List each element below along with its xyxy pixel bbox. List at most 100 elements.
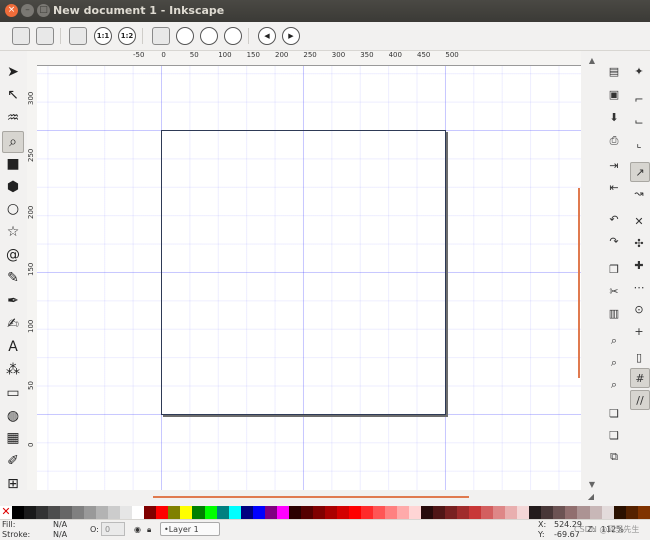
color-swatch[interactable]: [481, 506, 494, 519]
color-swatch[interactable]: [132, 506, 145, 519]
no-paint-swatch[interactable]: ✕: [0, 506, 12, 519]
color-swatch[interactable]: [348, 506, 361, 519]
snap-cusp-icon[interactable]: ✣: [630, 234, 648, 252]
color-swatch[interactable]: [276, 506, 289, 519]
zoom-tool-icon[interactable]: ⌕: [2, 130, 24, 153]
dropper-tool-icon[interactable]: ✐: [3, 451, 23, 471]
color-swatch[interactable]: [445, 506, 458, 519]
color-swatch[interactable]: [457, 506, 470, 519]
clone-icon[interactable]: ❑: [605, 426, 623, 444]
pencil-tool-icon[interactable]: ✎: [3, 268, 23, 288]
snap-midpoint-icon[interactable]: ⋯: [630, 278, 648, 296]
horizontal-scrollbar-thumb[interactable]: [153, 496, 469, 498]
color-swatch[interactable]: [529, 506, 542, 519]
color-swatch[interactable]: [625, 506, 638, 519]
scroll-up-icon[interactable]: ▲: [587, 56, 597, 66]
paste-icon[interactable]: ▥: [605, 304, 623, 322]
maximize-window-button[interactable]: □: [37, 4, 50, 17]
zoom-cmd-icon[interactable]: ⌕: [605, 332, 623, 350]
export-icon[interactable]: ⇤: [605, 178, 623, 196]
color-swatch[interactable]: [192, 506, 205, 519]
color-swatch[interactable]: [589, 506, 602, 519]
import-icon[interactable]: ⇥: [605, 156, 623, 174]
3dbox-tool-icon[interactable]: ⬢: [3, 177, 23, 197]
color-swatch[interactable]: [384, 506, 397, 519]
color-swatch[interactable]: [84, 506, 97, 519]
color-swatch[interactable]: [228, 506, 241, 519]
snap-bbox-icon[interactable]: ⌐: [630, 90, 648, 108]
color-swatch[interactable]: [336, 506, 349, 519]
snap-guide-icon[interactable]: //: [630, 390, 650, 410]
vertical-scrollbar-thumb[interactable]: [578, 188, 580, 378]
snap-grid-icon[interactable]: #: [630, 368, 650, 388]
zoom-next-icon[interactable]: ▶: [282, 27, 300, 45]
pen-tool-icon[interactable]: ✒: [3, 291, 23, 311]
color-swatch[interactable]: [24, 506, 37, 519]
stroke-value[interactable]: N/A: [53, 530, 67, 539]
snap-rotation-icon[interactable]: +: [630, 322, 648, 340]
zoom-selection-icon[interactable]: [69, 27, 87, 45]
color-swatch[interactable]: [252, 506, 265, 519]
ellipse-tool-icon[interactable]: ○: [3, 199, 23, 219]
vertical-scrollbar[interactable]: [582, 52, 594, 502]
color-swatch[interactable]: [541, 506, 554, 519]
gradient-tool-icon[interactable]: ▦: [3, 428, 23, 448]
zoom-fit-icon[interactable]: [224, 27, 242, 45]
zoom-1-1-icon[interactable]: 1:1: [94, 27, 112, 45]
snap-bbox-corner-icon[interactable]: ⌞: [630, 134, 648, 152]
color-swatch[interactable]: [312, 506, 325, 519]
zoom-page-cmd-icon[interactable]: ⌕: [605, 376, 623, 394]
open-icon[interactable]: ▣: [605, 85, 623, 103]
color-swatch[interactable]: [240, 506, 253, 519]
color-swatch[interactable]: [108, 506, 121, 519]
snap-intersection-icon[interactable]: ✕: [630, 212, 648, 230]
unlink-clone-icon[interactable]: ⧉: [605, 448, 623, 466]
layer-selector[interactable]: •Layer 1: [160, 522, 220, 536]
rect-tool-icon[interactable]: ■: [3, 154, 23, 174]
color-swatch[interactable]: [372, 506, 385, 519]
color-swatch[interactable]: [577, 506, 590, 519]
snap-page-icon[interactable]: ▯: [630, 348, 648, 366]
spiral-tool-icon[interactable]: @: [3, 245, 23, 265]
spray-tool-icon[interactable]: ⁂: [3, 360, 23, 380]
color-swatch[interactable]: [409, 506, 422, 519]
color-swatch[interactable]: [264, 506, 277, 519]
opacity-spinbox[interactable]: 0: [101, 522, 125, 536]
snap-enable-icon[interactable]: ✦: [630, 62, 648, 80]
color-swatch[interactable]: [505, 506, 518, 519]
print-icon[interactable]: ⎙: [605, 132, 623, 150]
color-swatch[interactable]: [469, 506, 482, 519]
fill-value[interactable]: N/A: [53, 520, 67, 529]
color-swatch[interactable]: [60, 506, 73, 519]
snap-nodes-icon[interactable]: ↗: [630, 162, 650, 182]
color-swatch[interactable]: [96, 506, 109, 519]
text-tool-icon[interactable]: A: [3, 337, 23, 357]
zoom-out-icon[interactable]: [36, 27, 54, 45]
color-swatch[interactable]: [12, 506, 25, 519]
node-tool-icon[interactable]: ↖: [3, 85, 23, 105]
color-swatch[interactable]: [324, 506, 337, 519]
undo-icon[interactable]: ↶: [605, 210, 623, 228]
color-swatch[interactable]: [433, 506, 446, 519]
color-swatch[interactable]: [360, 506, 373, 519]
star-tool-icon[interactable]: ☆: [3, 222, 23, 242]
color-swatch[interactable]: [517, 506, 530, 519]
visibility-icon[interactable]: ◉: [134, 525, 141, 534]
color-swatch[interactable]: [48, 506, 61, 519]
color-swatch[interactable]: [421, 506, 434, 519]
copy-icon[interactable]: ❐: [605, 260, 623, 278]
tweak-tool-icon[interactable]: ♒: [3, 108, 23, 128]
bucket-tool-icon[interactable]: ◍: [3, 406, 23, 426]
color-swatch[interactable]: [204, 506, 217, 519]
resize-grip-icon[interactable]: ◢: [586, 492, 596, 502]
color-swatch[interactable]: [72, 506, 85, 519]
color-swatch[interactable]: [553, 506, 566, 519]
zoom-page-icon[interactable]: [176, 27, 194, 45]
duplicate-icon[interactable]: ❏: [605, 404, 623, 422]
color-swatch[interactable]: [300, 506, 313, 519]
color-swatch[interactable]: [36, 506, 49, 519]
color-swatch[interactable]: [144, 506, 157, 519]
zoom-draw-cmd-icon[interactable]: ⌕: [605, 354, 623, 372]
color-swatch[interactable]: [156, 506, 169, 519]
selector-tool-icon[interactable]: ➤: [3, 62, 23, 82]
